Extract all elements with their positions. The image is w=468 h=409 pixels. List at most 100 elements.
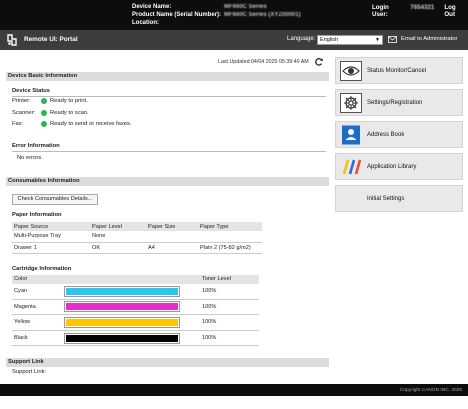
device-name-label: Device Name: — [132, 4, 172, 10]
status-key: Scanner: — [12, 110, 36, 116]
support-link-label: Support Link: — [12, 369, 47, 375]
table-cell — [198, 231, 262, 243]
nav-initial-settings[interactable]: Initial Settings — [335, 185, 463, 212]
column-header: Paper Type — [198, 222, 262, 231]
toner-level-bar — [64, 332, 180, 344]
paper-table: Paper Source Paper Level Paper Size Pape… — [12, 222, 262, 254]
table-cell: Plain 2 (75-82 g/m2) — [198, 242, 262, 254]
column-header: Toner Level — [202, 276, 231, 282]
status-value: Ready to scan. — [50, 110, 89, 116]
toner-level-fill — [66, 334, 178, 342]
cartridge-info-heading: Cartridge Information — [12, 266, 72, 272]
copyright: Copyright CANON INC. 2025 — [399, 388, 462, 393]
paper-info-heading: Paper Information — [12, 212, 62, 218]
refresh-icon[interactable] — [314, 57, 324, 67]
title-bar: Remote UI: Portal Language: English ▼ Em… — [0, 30, 468, 50]
column-header: Color — [14, 276, 28, 282]
error-value: No errors. — [17, 155, 43, 161]
table-cell: Drawer 1 — [12, 242, 90, 254]
cartridge-row: Yellow 100% — [12, 315, 259, 331]
email-admin-link[interactable]: Email to Administrator — [401, 36, 457, 42]
toner-level-fill — [66, 318, 178, 326]
logout-link[interactable]: Log Out — [444, 4, 468, 18]
check-consumables-button[interactable]: Check Consumables Details... — [12, 194, 98, 205]
table-row: Multi-Purpose Tray None — [12, 231, 262, 243]
device-info: Device Name: MF660C Series Product Name (… — [132, 3, 301, 27]
toner-level-bar — [64, 285, 180, 297]
login-user-value: 7654321 — [410, 4, 435, 11]
cartridge-name: Cyan — [14, 288, 28, 295]
nav-address-book[interactable]: Address Book — [335, 121, 463, 148]
column-header: Paper Source — [12, 222, 90, 231]
address-book-icon — [340, 125, 362, 145]
cartridge-name: Magenta — [14, 303, 36, 310]
device-status-heading: Device Status — [12, 88, 51, 94]
divider — [12, 151, 326, 152]
nav-label: Application Library — [367, 163, 417, 170]
table-cell: None — [90, 231, 146, 243]
toner-level-fill — [66, 287, 178, 295]
top-header: Device Name: MF660C Series Product Name (… — [0, 0, 468, 30]
login-info: Login User: 7654321 Log Out — [372, 4, 468, 18]
status-key: Printer: — [12, 98, 31, 104]
status-ok-icon — [41, 121, 47, 127]
mail-icon[interactable] — [388, 36, 397, 43]
portal-logo-icon[interactable] — [6, 34, 18, 46]
footer: Copyright CANON INC. 2025 — [0, 384, 468, 396]
product-name-label: Product Name (Serial Number): — [132, 12, 222, 18]
toner-level-value: 100% — [202, 303, 217, 310]
nav-label: Address Book — [367, 131, 405, 138]
divider — [12, 96, 326, 97]
chevron-down-icon: ▼ — [375, 37, 380, 43]
settings-icon — [340, 92, 362, 113]
device-basic-heading: Device Basic Information — [6, 72, 329, 81]
product-name-value: MF660C Series (XYZ00001) — [224, 12, 301, 18]
blank-icon — [340, 189, 362, 209]
last-updated: Last Updated:04/04 2025 05:39:40 AM — [218, 59, 309, 65]
cartridge-name: Black — [14, 335, 28, 342]
toner-level-bar — [64, 301, 180, 313]
status-monitor-icon — [340, 60, 362, 81]
status-ok-icon — [41, 98, 47, 104]
nav-label: Status Monitor/Cancel — [367, 67, 427, 74]
status-row-printer: Printer: Ready to print. — [12, 98, 88, 104]
language-value: English — [320, 37, 339, 43]
application-library-icon — [340, 157, 362, 177]
portal-title: Remote UI: Portal — [24, 36, 78, 43]
toner-level-bar — [64, 316, 180, 328]
nav-settings-registration[interactable]: Settings/Registration — [335, 89, 463, 116]
status-ok-icon — [41, 110, 47, 116]
table-cell: OK — [90, 242, 146, 254]
status-row-fax: Fax: Ready to send or receive faxes. — [12, 121, 132, 127]
nav-status-monitor[interactable]: Status Monitor/Cancel — [335, 57, 463, 84]
status-value: Ready to print. — [50, 98, 88, 104]
status-row-scanner: Scanner: Ready to scan. — [12, 110, 89, 116]
column-header: Paper Level — [90, 222, 146, 231]
language-select[interactable]: English ▼ — [317, 35, 383, 45]
column-header: Paper Size — [146, 222, 198, 231]
toner-level-value: 100% — [202, 335, 217, 342]
table-cell: Multi-Purpose Tray — [12, 231, 90, 243]
table-cell — [146, 231, 198, 243]
cartridge-table: Color Toner Level Cyan 100% Magenta 100% Yel… — [12, 275, 259, 347]
nav-application-library[interactable]: Application Library — [335, 153, 463, 180]
language-label: Language: — [287, 36, 316, 42]
consumables-heading: Consumables Information — [6, 177, 329, 186]
toner-level-fill — [66, 303, 178, 311]
status-key: Fax: — [12, 121, 24, 127]
table-header-row: Paper Source Paper Level Paper Size Pape… — [12, 222, 262, 231]
nav-label: Initial Settings — [367, 195, 405, 202]
nav-label: Settings/Registration — [367, 99, 423, 106]
toner-level-value: 100% — [202, 288, 217, 295]
status-value: Ready to send or receive faxes. — [50, 121, 132, 127]
toner-level-value: 100% — [202, 319, 217, 326]
table-row: Drawer 1 OK A4 Plain 2 (75-82 g/m2) — [12, 242, 262, 254]
support-heading: Support Link — [6, 358, 329, 367]
table-header-row: Color Toner Level — [12, 275, 259, 284]
location-label: Location: — [132, 20, 159, 26]
login-user-label: Login User: — [372, 4, 389, 18]
table-cell: A4 — [146, 242, 198, 254]
cartridge-row: Black 100% — [12, 331, 259, 347]
cartridge-name: Yellow — [14, 319, 30, 326]
cartridge-row: Cyan 100% — [12, 284, 259, 300]
